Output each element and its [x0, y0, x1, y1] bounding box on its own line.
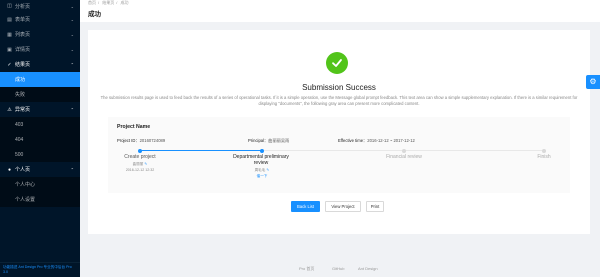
sidebar-item-analysis[interactable]: ◫ 分析页 ⌄ — [0, 0, 80, 12]
breadcrumb-item-result[interactable]: 结果页 — [102, 0, 114, 5]
step-dot — [402, 148, 406, 153]
sidebar-item-label: 个人设置 — [15, 197, 36, 203]
submenu-account: 个人中心 个人设置 — [0, 177, 80, 207]
project-effective-time: Effective time：2016-12-12 ~ 2017-12-12 — [338, 138, 415, 143]
submenu-exception: 403 404 500 — [0, 117, 80, 162]
sidebar-item-label: 详情页 — [15, 47, 31, 53]
sidebar-item-settings[interactable]: 个人设置 — [0, 192, 80, 207]
form-icon: ▤ — [7, 16, 12, 23]
footer-link-github[interactable]: GitHub — [332, 266, 344, 271]
sidebar-item-label: 个人页 — [15, 167, 31, 173]
sidebar-item-form[interactable]: ▤ 表单页 ⌄ — [0, 12, 80, 27]
step-title: Create project — [124, 154, 156, 160]
chevron-down-icon: ⌄ — [70, 32, 74, 37]
view-project-button[interactable]: View Project — [325, 201, 361, 212]
chevron-down-icon: ⌄ — [70, 3, 74, 9]
sidebar-item-list[interactable]: ▦ 列表页 ⌄ — [0, 27, 80, 42]
project-id: Project ID：20160724089 — [117, 138, 166, 143]
chevron-up-icon: ⌃ — [70, 167, 74, 172]
chevron-up-icon: ⌃ — [70, 62, 74, 67]
step-connector — [140, 150, 262, 151]
sidebar-item-fail[interactable]: 失败 — [0, 87, 80, 102]
sidebar-item-center[interactable]: 个人中心 — [0, 177, 80, 192]
step-dot — [542, 148, 546, 153]
step-dot — [138, 148, 142, 153]
sidebar-item-label: 404 — [15, 136, 24, 143]
sidebar-footer-text: 功能描述 Ant Design Pro 专业的中后台 Pro 3.0 — [0, 262, 80, 277]
sidebar-item-label: 列表页 — [15, 32, 31, 38]
footer-link-antd[interactable]: Ant Design — [358, 266, 378, 271]
sidebar-item-exception[interactable]: ⚠ 异常页 ⌃ — [0, 102, 80, 117]
project-name: Project Name — [117, 124, 151, 130]
sidebar-item-404[interactable]: 404 — [0, 132, 80, 147]
breadcrumb-item-current: 成功 — [120, 0, 129, 5]
sidebar-item-account[interactable]: ● 个人页 ⌃ — [0, 162, 80, 177]
step-dot — [260, 148, 264, 153]
edit-icon: ✎ — [266, 168, 270, 172]
print-button[interactable]: Print — [366, 201, 384, 212]
result-description: The submission results page is used to f… — [100, 95, 578, 106]
table-icon: ▦ — [7, 31, 12, 38]
sidebar-item-label: 异常页 — [15, 107, 31, 113]
sidebar-item-label: 成功 — [15, 77, 26, 83]
sidebar-item-label: 500 — [15, 151, 24, 158]
footer-link-pro[interactable]: Pro 首页 — [299, 266, 314, 272]
step-time: 2016-12-12 12:32 — [125, 168, 155, 172]
sidebar-item-label: 表单页 — [15, 17, 31, 23]
sidebar-item-label: 个人中心 — [15, 182, 36, 188]
project-principal: Principal：曲丽丽吴雨 — [248, 138, 290, 143]
check-circle-icon — [326, 52, 348, 74]
sidebar-item-label: 失败 — [15, 92, 26, 98]
back-list-button[interactable]: Back List — [291, 201, 320, 212]
step-connector — [264, 150, 402, 151]
page-header: 首页 / 结果页 / 成功 成功 — [80, 0, 600, 22]
urge-link[interactable]: 催一下 — [232, 174, 292, 179]
settings-button[interactable]: ⚙ — [586, 75, 600, 89]
chevron-down-icon: ⌄ — [70, 47, 74, 52]
step-title: Financial review — [386, 154, 422, 160]
dashboard-icon: ◫ — [7, 3, 12, 9]
user-icon: ● — [7, 166, 12, 173]
page-title: 成功 — [88, 11, 101, 18]
sidebar-item-403[interactable]: 403 — [0, 117, 80, 132]
result-title: Submission Success — [302, 83, 376, 92]
warning-icon: ⚠ — [7, 106, 12, 113]
sidebar: ◫ 分析页 ⌄ ▤ 表单页 ⌄ ▦ 列表页 ⌄ ▣ 详情页 ⌄ ✓ 结果页 ⌃ … — [0, 0, 80, 277]
sidebar-item-result[interactable]: ✓ 结果页 ⌃ — [0, 57, 80, 72]
sidebar-item-label: 结果页 — [15, 62, 31, 68]
submenu-result: 成功 失败 — [0, 72, 80, 102]
step-title: Departmental preliminary review — [233, 154, 289, 166]
step-operator: 周毛毛 ✎ — [254, 168, 270, 172]
chevron-down-icon: ⌄ — [70, 17, 74, 22]
sidebar-item-500[interactable]: 500 — [0, 147, 80, 162]
check-circle-icon: ✓ — [7, 61, 12, 68]
profile-icon: ▣ — [7, 46, 12, 53]
step-connector — [404, 150, 542, 151]
gear-icon: ⚙ — [589, 77, 597, 86]
edit-icon: ✎ — [144, 162, 148, 166]
step-operator: 曲丽丽 ✎ — [132, 162, 148, 166]
sidebar-item-label: 403 — [15, 121, 24, 128]
sidebar-item-label: 分析页 — [15, 3, 31, 10]
sidebar-item-profile[interactable]: ▣ 详情页 ⌄ — [0, 42, 80, 57]
chevron-up-icon: ⌃ — [70, 107, 74, 112]
result-extra: Project Name Project ID：20160724089 Prin… — [108, 117, 570, 193]
sidebar-item-success[interactable]: 成功 — [0, 72, 80, 87]
breadcrumb: 首页 / 结果页 / 成功 — [88, 0, 129, 5]
progress-steps: Create project 曲丽丽 ✎ 2016-12-12 12:32 De… — [108, 148, 570, 190]
breadcrumb-item-home[interactable]: 首页 — [88, 0, 96, 5]
step-title: Finish — [537, 154, 551, 160]
result-card: Submission Success The submission result… — [88, 30, 590, 234]
